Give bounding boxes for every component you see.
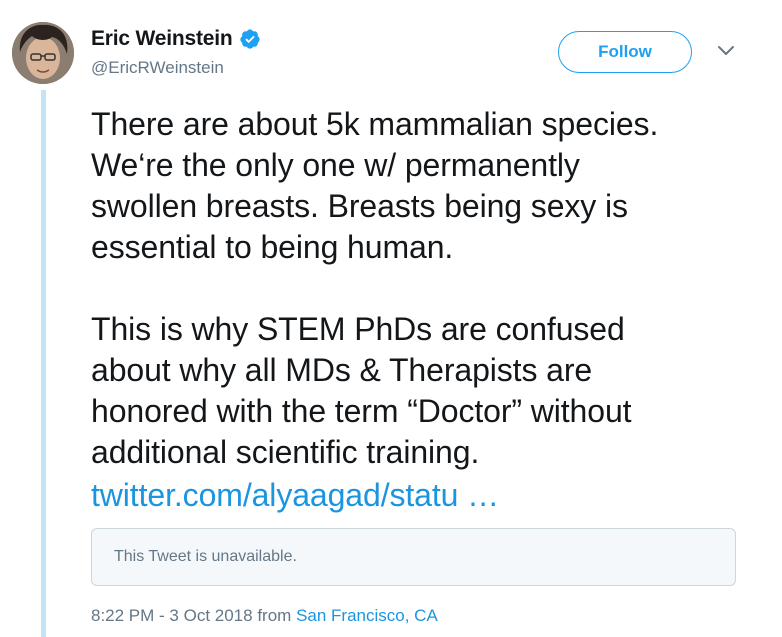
quoted-tweet-card[interactable]: This Tweet is unavailable. xyxy=(91,528,736,586)
tweet-line: honored with the term “Doctor” without xyxy=(91,393,632,429)
chevron-down-icon[interactable] xyxy=(716,44,736,58)
tweet-line: essential to being human. xyxy=(91,229,454,265)
tweet-line: There are about 5k mammalian species. xyxy=(91,106,659,142)
tweet-line: additional scientific training. xyxy=(91,434,480,470)
from-label: from xyxy=(257,606,292,625)
tweet-link[interactable]: twitter.com/alyaagad/statu … xyxy=(91,475,771,516)
tweet-line: swollen breasts. Breasts being sexy is xyxy=(91,188,628,224)
author-name-row[interactable]: Eric Weinstein xyxy=(91,27,261,51)
quoted-tweet-text: This Tweet is unavailable. xyxy=(114,548,297,565)
tweet-line: We‘re the only one w/ permanently xyxy=(91,147,580,183)
avatar-image xyxy=(12,22,74,84)
tweet-line: This is why STEM PhDs are confused xyxy=(91,311,625,347)
thread-line xyxy=(41,90,46,637)
paragraph-spacer xyxy=(91,268,771,309)
verified-badge-icon xyxy=(239,28,261,50)
tweet-location[interactable]: San Francisco, CA xyxy=(296,606,438,625)
author-display-name[interactable]: Eric Weinstein xyxy=(91,27,233,51)
author-handle[interactable]: @EricRWeinstein xyxy=(91,58,224,78)
tweet-meta: 8:22 PM - 3 Oct 2018 from San Francisco,… xyxy=(91,606,438,626)
follow-button[interactable]: Follow xyxy=(558,31,692,73)
tweet-timestamp[interactable]: 8:22 PM - 3 Oct 2018 xyxy=(91,606,253,625)
avatar[interactable] xyxy=(12,22,74,84)
tweet-line: about why all MDs & Therapists are xyxy=(91,352,593,388)
tweet-text: There are about 5k mammalian species. We… xyxy=(91,104,771,516)
